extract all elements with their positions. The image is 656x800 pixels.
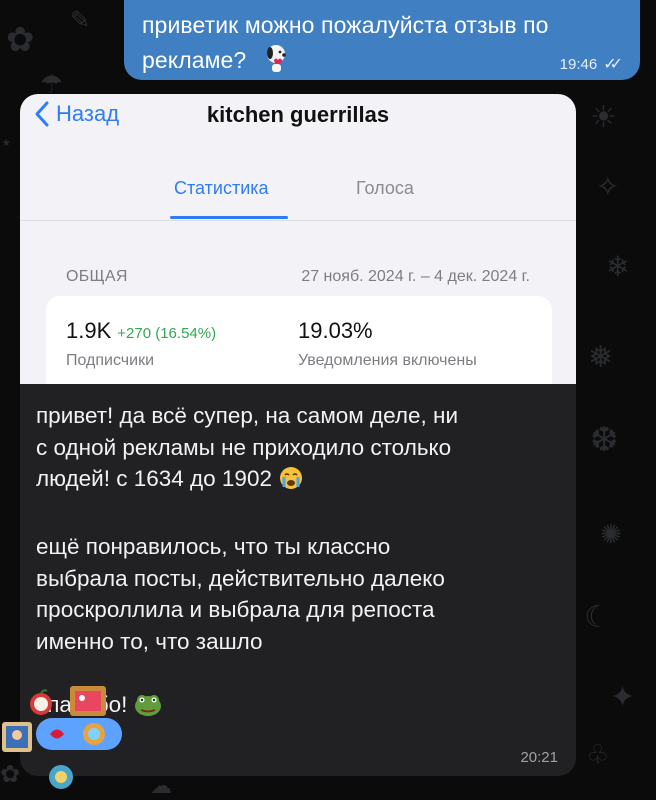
message-line: людей! с 1634 до 1902 bbox=[36, 463, 566, 500]
notifications-value: 19.03% bbox=[298, 318, 373, 343]
tab-statistics: Статистика bbox=[174, 178, 269, 198]
section-label: ОБЩАЯ bbox=[66, 268, 128, 285]
incoming-message-bubble[interactable]: Назад kitchen guerrillas Статистика Голо… bbox=[20, 94, 576, 776]
crying-face-emoji-icon bbox=[278, 465, 304, 500]
stats-screenshot-image[interactable]: Назад kitchen guerrillas Статистика Голо… bbox=[20, 94, 576, 384]
outgoing-text-line: рекламе? bbox=[142, 47, 247, 73]
doodle-icon: ✺ bbox=[600, 520, 622, 550]
channel-title: kitchen guerrillas bbox=[206, 102, 390, 127]
outgoing-text-line: приветик можно пожалуйста отзыв по bbox=[142, 12, 549, 38]
outgoing-message-time: 19:46 bbox=[559, 55, 598, 73]
doodle-icon: ☀ bbox=[590, 100, 617, 135]
doodle-icon: ✧ bbox=[596, 170, 620, 203]
doodle-icon: ❆ bbox=[590, 420, 619, 460]
doodle-icon: ❅ bbox=[588, 340, 614, 375]
message-line: именно то, что зашло bbox=[36, 628, 263, 654]
subscribers-label: Подписчики bbox=[66, 352, 155, 369]
doodle-icon: ☾ bbox=[584, 600, 611, 635]
stats-card: 1.9K +270 (16.54%) Подписчики 19.03% Увед… bbox=[46, 296, 552, 384]
tab-votes: Голоса bbox=[356, 178, 414, 198]
message-line: привет! да всё супер, на самом деле, ни bbox=[36, 403, 459, 428]
doodle-icon: ✿ bbox=[6, 20, 35, 60]
message-reactions[interactable] bbox=[0, 684, 140, 800]
doodle-icon: ♧ bbox=[586, 740, 610, 770]
outgoing-message-text: приветик можно пожалуйста отзыв по рекла… bbox=[142, 10, 624, 81]
incoming-message-text: привет! да всё супер, на самом деле, ни … bbox=[36, 400, 566, 725]
message-line: выбрала посты, действительно далеко bbox=[36, 565, 445, 591]
portrait-sticker-icon bbox=[0, 720, 34, 759]
message-line: проскроллила и выбрала для репоста bbox=[36, 597, 435, 622]
message-line-text: людей! с 1634 до 1902 bbox=[36, 466, 272, 491]
doodle-icon: ✎ bbox=[70, 6, 91, 34]
message-line: с одной рекламы не приходило столько bbox=[36, 434, 452, 460]
divider bbox=[20, 220, 576, 221]
doodle-icon: ⋆ bbox=[0, 130, 13, 154]
doodle-icon: ☁ bbox=[150, 774, 172, 799]
subscribers-delta: +270 (16.54%) bbox=[117, 325, 217, 342]
date-range: 27 нояб. 2024 г. – 4 дек. 2024 г. bbox=[301, 268, 530, 285]
outgoing-message-bubble[interactable]: приветик можно пожалуйста отзыв по рекла… bbox=[124, 0, 640, 80]
doodle-icon: ❄ bbox=[606, 250, 630, 283]
double-check-icon: ✓✓ bbox=[603, 56, 623, 73]
notifications-label: Уведомления включены bbox=[298, 352, 477, 369]
incoming-message-time: 20:21 bbox=[520, 749, 558, 766]
message-line: ещё понравилось, что ты классно bbox=[36, 534, 391, 559]
snoopy-heart-emoji-icon bbox=[259, 40, 293, 81]
doodle-icon: ✦ bbox=[610, 680, 636, 715]
outgoing-message-meta: 19:46 ✓✓ bbox=[559, 54, 623, 74]
reaction-pill[interactable] bbox=[36, 712, 122, 761]
active-tab-indicator bbox=[170, 216, 288, 219]
decoration-sticker-icon bbox=[44, 762, 78, 797]
subscribers-value: 1.9K bbox=[66, 318, 112, 343]
subscribers-stat: 1.9K +270 (16.54%) bbox=[66, 318, 216, 344]
